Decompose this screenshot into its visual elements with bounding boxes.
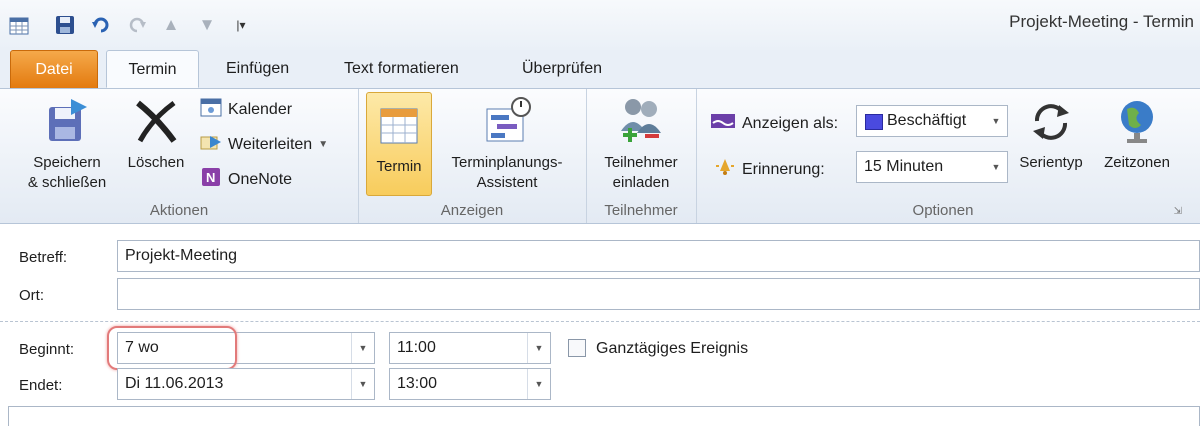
calendar-button[interactable]: Kalender (200, 97, 292, 122)
chevron-down-icon[interactable]: ▼ (985, 152, 1007, 182)
customize-qat-icon[interactable]: |▾ (230, 14, 252, 36)
invite-attendees-icon (617, 95, 665, 147)
timezones-button[interactable]: Zeitzonen (1094, 95, 1180, 173)
start-time-combo[interactable]: 11:00 ▼ (389, 332, 551, 364)
group-label-teilnehmer: Teilnehmer (604, 202, 678, 219)
appointment-icon (377, 99, 421, 151)
forward-dropdown-icon[interactable]: ▼ (318, 139, 328, 150)
divider (0, 321, 1200, 322)
tab-einfuegen[interactable]: Einfügen (212, 50, 303, 88)
subject-input[interactable]: Projekt-Meeting (117, 240, 1200, 272)
reminder-bell-icon (714, 157, 736, 182)
window-title: Projekt-Meeting - Termin (1009, 12, 1194, 31)
calendar-icon (200, 97, 222, 122)
subject-label: Betreff: (19, 249, 68, 266)
chevron-down-icon[interactable]: ▼ (527, 333, 550, 363)
chevron-down-icon[interactable]: ▼ (985, 106, 1007, 136)
tab-ueberpruefen[interactable]: Überprüfen (508, 50, 616, 88)
scheduling-assistant-icon (483, 95, 531, 147)
scheduling-assistant-button[interactable]: Terminplanungs- Assistent (436, 95, 578, 193)
svg-text:N: N (206, 170, 215, 185)
location-input[interactable] (117, 278, 1200, 310)
start-date-value: 7 wo (125, 339, 159, 356)
end-label: Endet: (19, 377, 63, 394)
onenote-icon: N (200, 167, 222, 192)
location-label: Ort: (19, 287, 44, 304)
calendar-app-icon[interactable] (8, 14, 30, 36)
appointment-form: Betreff: Projekt-Meeting Ort: Beginnt: 7… (0, 224, 1200, 426)
recurrence-button[interactable]: Serientyp (1010, 95, 1092, 173)
group-optionen: Anzeigen als: Beschäftigt ▼ Erinnerung: … (696, 89, 1190, 223)
redo-icon[interactable] (126, 14, 148, 36)
start-date-combo[interactable]: 7 wo ▼ (117, 332, 375, 364)
start-label: Beginnt: (19, 341, 75, 358)
dialog-launcher-icon[interactable]: ⇲ (1174, 206, 1182, 217)
end-time-combo[interactable]: 13:00 ▼ (389, 368, 551, 400)
reminder-label: Erinnerung: (714, 157, 825, 182)
end-date-combo[interactable]: Di 11.06.2013 ▼ (117, 368, 375, 400)
forward-button[interactable]: Weiterleiten ▼ (200, 132, 328, 157)
group-label-aktionen: Aktionen (149, 202, 209, 219)
delete-button[interactable]: Löschen (120, 95, 192, 173)
ribbon-tabs: Datei Termin Einfügen Text formatieren Ü… (0, 50, 1200, 89)
group-aktionen: Speichern & schließen Löschen Kalender W… (0, 89, 359, 223)
save-close-button[interactable]: Speichern & schließen (18, 95, 116, 193)
chevron-down-icon[interactable]: ▼ (351, 369, 374, 399)
previous-item-icon[interactable]: ▲ (160, 14, 182, 36)
chevron-down-icon[interactable]: ▼ (351, 333, 374, 363)
group-label-optionen: Optionen (912, 202, 974, 219)
save-icon[interactable] (54, 14, 76, 36)
recurrence-icon (1027, 95, 1075, 147)
group-anzeigen: Termin Terminplanungs- Assistent Anzeige… (358, 89, 587, 223)
reminder-dropdown[interactable]: 15 Minuten ▼ (856, 151, 1008, 183)
show-as-label: Anzeigen als: (710, 111, 838, 136)
delete-x-icon (132, 95, 180, 147)
invite-attendees-button[interactable]: Teilnehmer einladen (591, 95, 691, 193)
show-as-dropdown[interactable]: Beschäftigt ▼ (856, 105, 1008, 137)
busy-color-swatch (865, 114, 883, 130)
tab-datei[interactable]: Datei (10, 50, 98, 88)
globe-icon (1113, 95, 1161, 147)
tab-termin[interactable]: Termin (106, 50, 199, 88)
termin-view-button[interactable]: Termin (366, 92, 432, 196)
group-label-anzeigen: Anzeigen (440, 202, 504, 219)
onenote-button[interactable]: N OneNote (200, 167, 292, 192)
tab-text-formatieren[interactable]: Text formatieren (330, 50, 473, 88)
forward-icon (200, 132, 222, 157)
allday-checkbox[interactable] (568, 339, 586, 357)
next-item-icon[interactable]: ▼ (196, 14, 218, 36)
group-teilnehmer: Teilnehmer einladen Teilnehmer (586, 89, 697, 223)
save-close-icon (43, 95, 91, 147)
show-as-icon (710, 111, 736, 136)
undo-icon[interactable] (90, 14, 112, 36)
allday-label: Ganztägiges Ereignis (596, 340, 749, 357)
chevron-down-icon[interactable]: ▼ (527, 369, 550, 399)
notes-body[interactable] (8, 406, 1200, 426)
quick-access-toolbar: ▲ ▼ |▾ Projekt-Meeting - Termin (0, 0, 1200, 50)
ribbon: Speichern & schließen Löschen Kalender W… (0, 89, 1200, 224)
